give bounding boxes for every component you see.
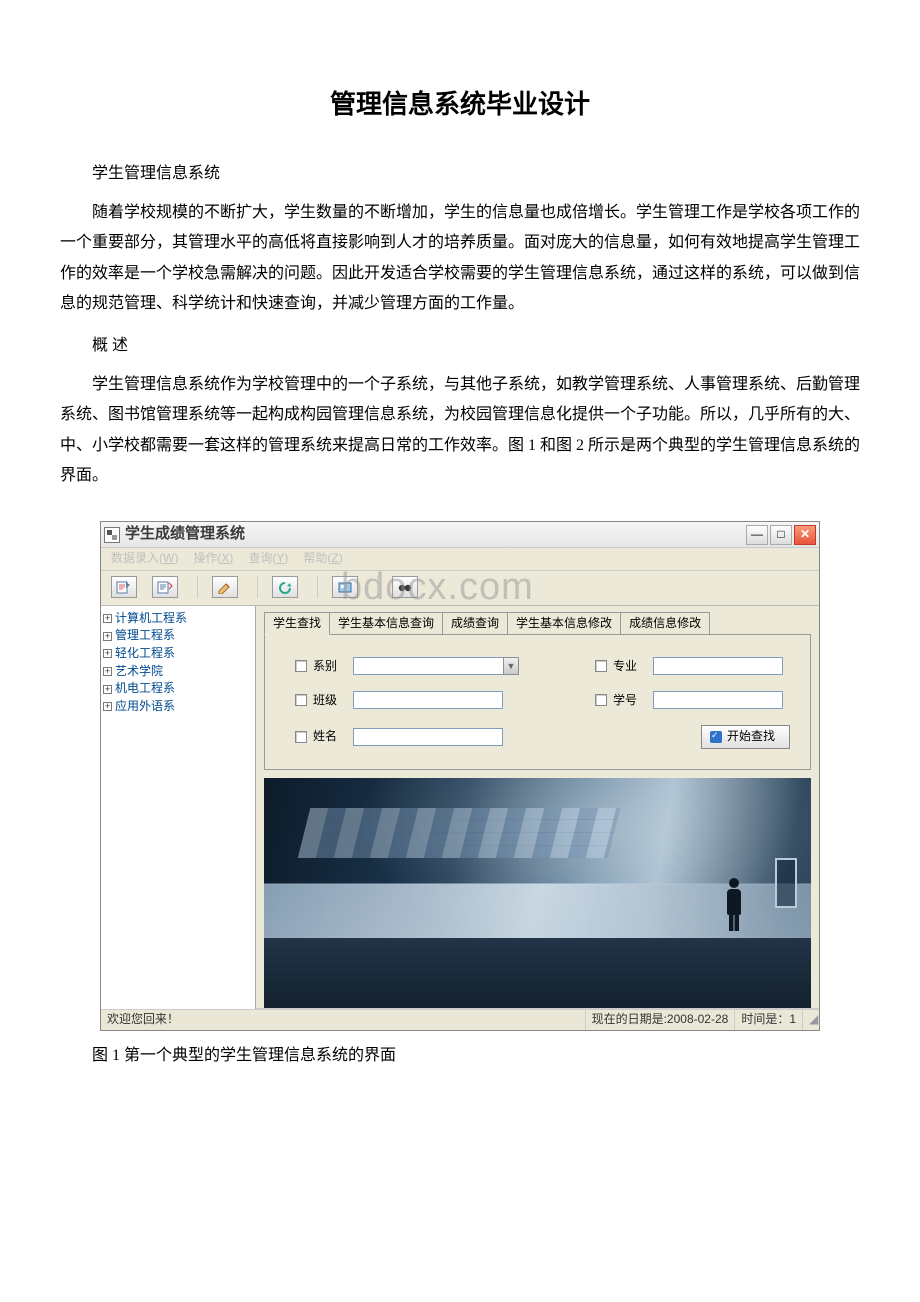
tree-item-chem[interactable]: +轻化工程系	[103, 645, 253, 663]
tab-score-modify[interactable]: 成绩信息修改	[620, 612, 710, 635]
tree-item-cs[interactable]: +计算机工程系	[103, 610, 253, 628]
expand-icon[interactable]: +	[103, 702, 112, 711]
document-edit-icon	[116, 580, 132, 594]
minimize-button[interactable]: —	[746, 525, 768, 545]
name-checkbox[interactable]	[295, 731, 307, 743]
sid-label: 学号	[613, 693, 637, 709]
menu-operate[interactable]: 操作(X)	[193, 551, 233, 567]
watermark: bdocx.com	[341, 563, 534, 612]
decorative-image	[264, 778, 811, 1008]
figure-1-caption: 图 1 第一个典型的学生管理信息系统的界面	[60, 1041, 860, 1071]
toolbar-btn-3[interactable]	[212, 576, 238, 598]
status-time: 时间是：1	[735, 1010, 803, 1030]
card-icon	[337, 580, 353, 594]
document-add-icon	[157, 580, 173, 594]
tab-basic-modify[interactable]: 学生基本信息修改	[507, 612, 621, 635]
search-form: 系别 ▼ 专业 班级 学号 姓名	[264, 634, 811, 770]
class-input[interactable]	[353, 691, 503, 709]
major-label: 专业	[613, 659, 637, 675]
paragraph-2: 学生管理信息系统作为学校管理中的一个子系统，与其他子系统，如教学管理系统、人事管…	[60, 370, 860, 492]
menubar: 数据录入(W) 操作(X) 查询(Y) 帮助(Z)	[101, 548, 819, 571]
dept-dropdown-button[interactable]: ▼	[503, 657, 519, 675]
tree-item-lang[interactable]: +应用外语系	[103, 698, 253, 716]
menu-help[interactable]: 帮助(Z)	[303, 551, 342, 567]
major-checkbox[interactable]	[595, 660, 607, 672]
class-label: 班级	[313, 693, 337, 709]
search-button[interactable]: 开始查找	[701, 725, 790, 749]
section-label-2: 概 述	[60, 331, 860, 361]
class-checkbox[interactable]	[295, 694, 307, 706]
statusbar	[256, 1008, 819, 1009]
expand-icon[interactable]: +	[103, 649, 112, 658]
window-title: 学生成绩管理系统	[125, 525, 746, 545]
toolbar: bdocx.com	[101, 571, 819, 606]
tree-panel: +计算机工程系 +管理工程系 +轻化工程系 +艺术学院 +机电工程系 +应用外语…	[101, 606, 256, 1009]
titlebar: 学生成绩管理系统 — □ ✕	[101, 522, 819, 548]
name-label: 姓名	[313, 729, 337, 745]
expand-icon[interactable]: +	[103, 632, 112, 641]
tab-student-search[interactable]: 学生查找	[264, 612, 330, 636]
status-date: 现在的日期是:2008-02-28	[586, 1010, 736, 1030]
pencil-edit-icon	[217, 580, 233, 594]
dept-input[interactable]	[353, 657, 503, 675]
toolbar-btn-1[interactable]	[111, 576, 137, 598]
toolbar-btn-4[interactable]	[272, 576, 298, 598]
expand-icon[interactable]: +	[103, 614, 112, 623]
dept-label: 系别	[313, 659, 337, 675]
close-button[interactable]: ✕	[794, 525, 816, 545]
check-icon	[710, 731, 722, 743]
app-window: 学生成绩管理系统 — □ ✕ 数据录入(W) 操作(X) 查询(Y) 帮助(Z)	[100, 521, 820, 1030]
app-icon	[104, 527, 120, 543]
resize-grip-icon[interactable]: ◢	[803, 1010, 819, 1030]
expand-icon[interactable]: +	[103, 685, 112, 694]
paragraph-1: 随着学校规模的不断扩大，学生数量的不断增加，学生的信息量也成倍增长。学生管理工作…	[60, 198, 860, 320]
statusbar: 欢迎您回来！ 现在的日期是:2008-02-28 时间是：1 ◢	[101, 1009, 819, 1030]
section-label-1: 学生管理信息系统	[60, 159, 860, 189]
page-title: 管理信息系统毕业设计	[60, 80, 860, 129]
name-input[interactable]	[353, 728, 503, 746]
tab-score-query[interactable]: 成绩查询	[442, 612, 508, 635]
refresh-icon	[277, 580, 293, 594]
sid-input[interactable]	[653, 691, 783, 709]
expand-icon[interactable]: +	[103, 667, 112, 676]
menu-query[interactable]: 查询(Y)	[248, 551, 288, 567]
status-welcome: 欢迎您回来！	[101, 1010, 586, 1030]
dept-checkbox[interactable]	[295, 660, 307, 672]
toolbar-btn-5[interactable]	[332, 576, 358, 598]
sid-checkbox[interactable]	[595, 694, 607, 706]
menu-data[interactable]: 数据录入(W)	[111, 551, 178, 567]
toolbar-btn-2[interactable]	[152, 576, 178, 598]
major-input[interactable]	[653, 657, 783, 675]
binoculars-icon	[397, 580, 413, 594]
tree-item-mech[interactable]: +机电工程系	[103, 680, 253, 698]
tab-basic-query[interactable]: 学生基本信息查询	[329, 612, 443, 635]
tree-item-mgmt[interactable]: +管理工程系	[103, 627, 253, 645]
maximize-button[interactable]: □	[770, 525, 792, 545]
tree-item-art[interactable]: +艺术学院	[103, 663, 253, 681]
tabs: 学生查找 学生基本信息查询 成绩查询 学生基本信息修改 成绩信息修改	[264, 612, 819, 635]
toolbar-btn-6[interactable]	[392, 576, 418, 598]
